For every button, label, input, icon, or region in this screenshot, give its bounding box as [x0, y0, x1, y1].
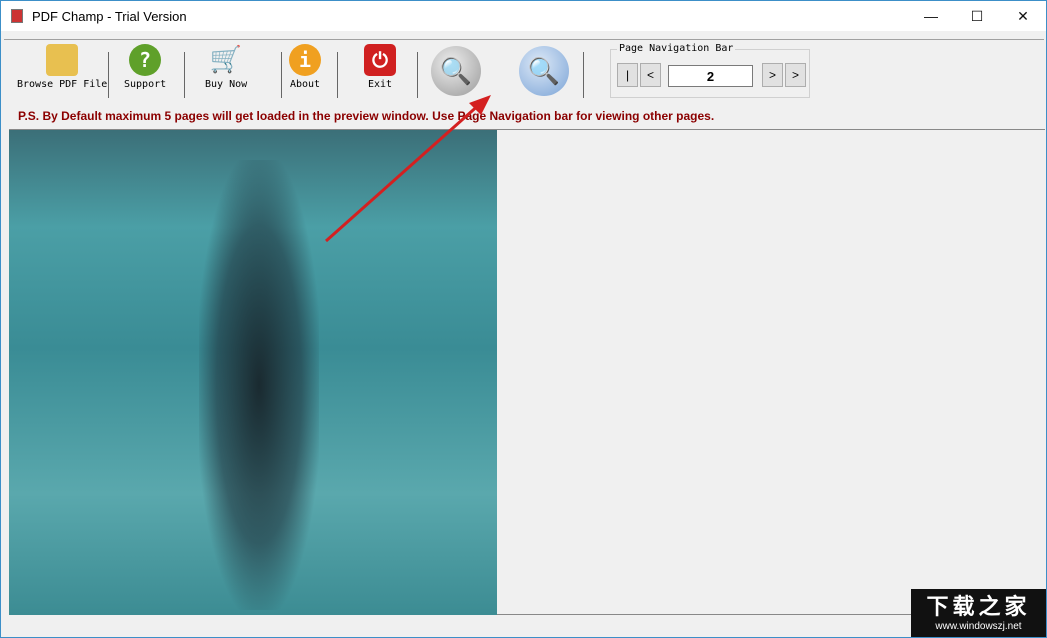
watermark-url: www.windowszj.net	[935, 621, 1022, 632]
buy-now-button[interactable]: 🛒 Buy Now	[205, 44, 247, 90]
watermark-title: 下载之家	[926, 594, 1031, 619]
zoom-in-icon: 🔍	[439, 55, 473, 86]
exit-label: Exit	[367, 79, 393, 90]
divider	[583, 52, 584, 98]
last-page-button[interactable]: >	[785, 63, 806, 87]
divider	[184, 52, 185, 98]
help-icon: ?	[129, 44, 162, 76]
window-title: PDF Champ - Trial Version	[32, 8, 187, 24]
zoom-out-icon: 🔍	[527, 55, 561, 86]
toolbar: Browse PDF File ? Support 🛒 Buy Now i Ab…	[4, 39, 1044, 101]
minimize-button[interactable]: —	[908, 1, 954, 31]
title-bar: PDF Champ - Trial Version — ☐ ✕	[1, 1, 1046, 31]
cart-icon: 🛒	[209, 45, 243, 75]
divider	[281, 52, 282, 98]
browse-pdf-button[interactable]: Browse PDF File	[17, 44, 107, 90]
maximize-button[interactable]: ☐	[954, 1, 1000, 31]
watermark-logo: 下载之家 www.windowszj.net	[911, 589, 1046, 637]
folder-search-icon	[46, 44, 79, 76]
preview-window[interactable]	[9, 129, 1045, 615]
exit-button[interactable]: ⏻ Exit	[364, 44, 396, 90]
app-icon	[11, 9, 23, 23]
power-icon: ⏻	[364, 44, 396, 76]
first-page-button[interactable]: |	[617, 63, 638, 87]
about-label: About	[289, 79, 321, 90]
support-button[interactable]: ? Support	[124, 44, 166, 90]
support-label: Support	[124, 79, 167, 90]
prev-page-button[interactable]: <	[640, 63, 661, 87]
nav-label: Page Navigation Bar	[617, 43, 736, 54]
zoom-out-button[interactable]: 🔍	[519, 46, 569, 96]
page-navigation-bar: Page Navigation Bar | < > >	[610, 43, 810, 98]
buy-label: Buy Now	[205, 79, 248, 90]
close-button[interactable]: ✕	[1000, 1, 1046, 31]
about-button[interactable]: i About	[289, 44, 321, 90]
divider	[108, 52, 109, 98]
next-page-button[interactable]: >	[762, 63, 783, 87]
browse-label: Browse PDF File	[17, 79, 108, 90]
zoom-in-button[interactable]: 🔍	[431, 46, 481, 96]
page-number-input[interactable]	[668, 65, 753, 87]
info-icon: i	[289, 44, 321, 76]
annotation-arrow	[325, 95, 491, 243]
